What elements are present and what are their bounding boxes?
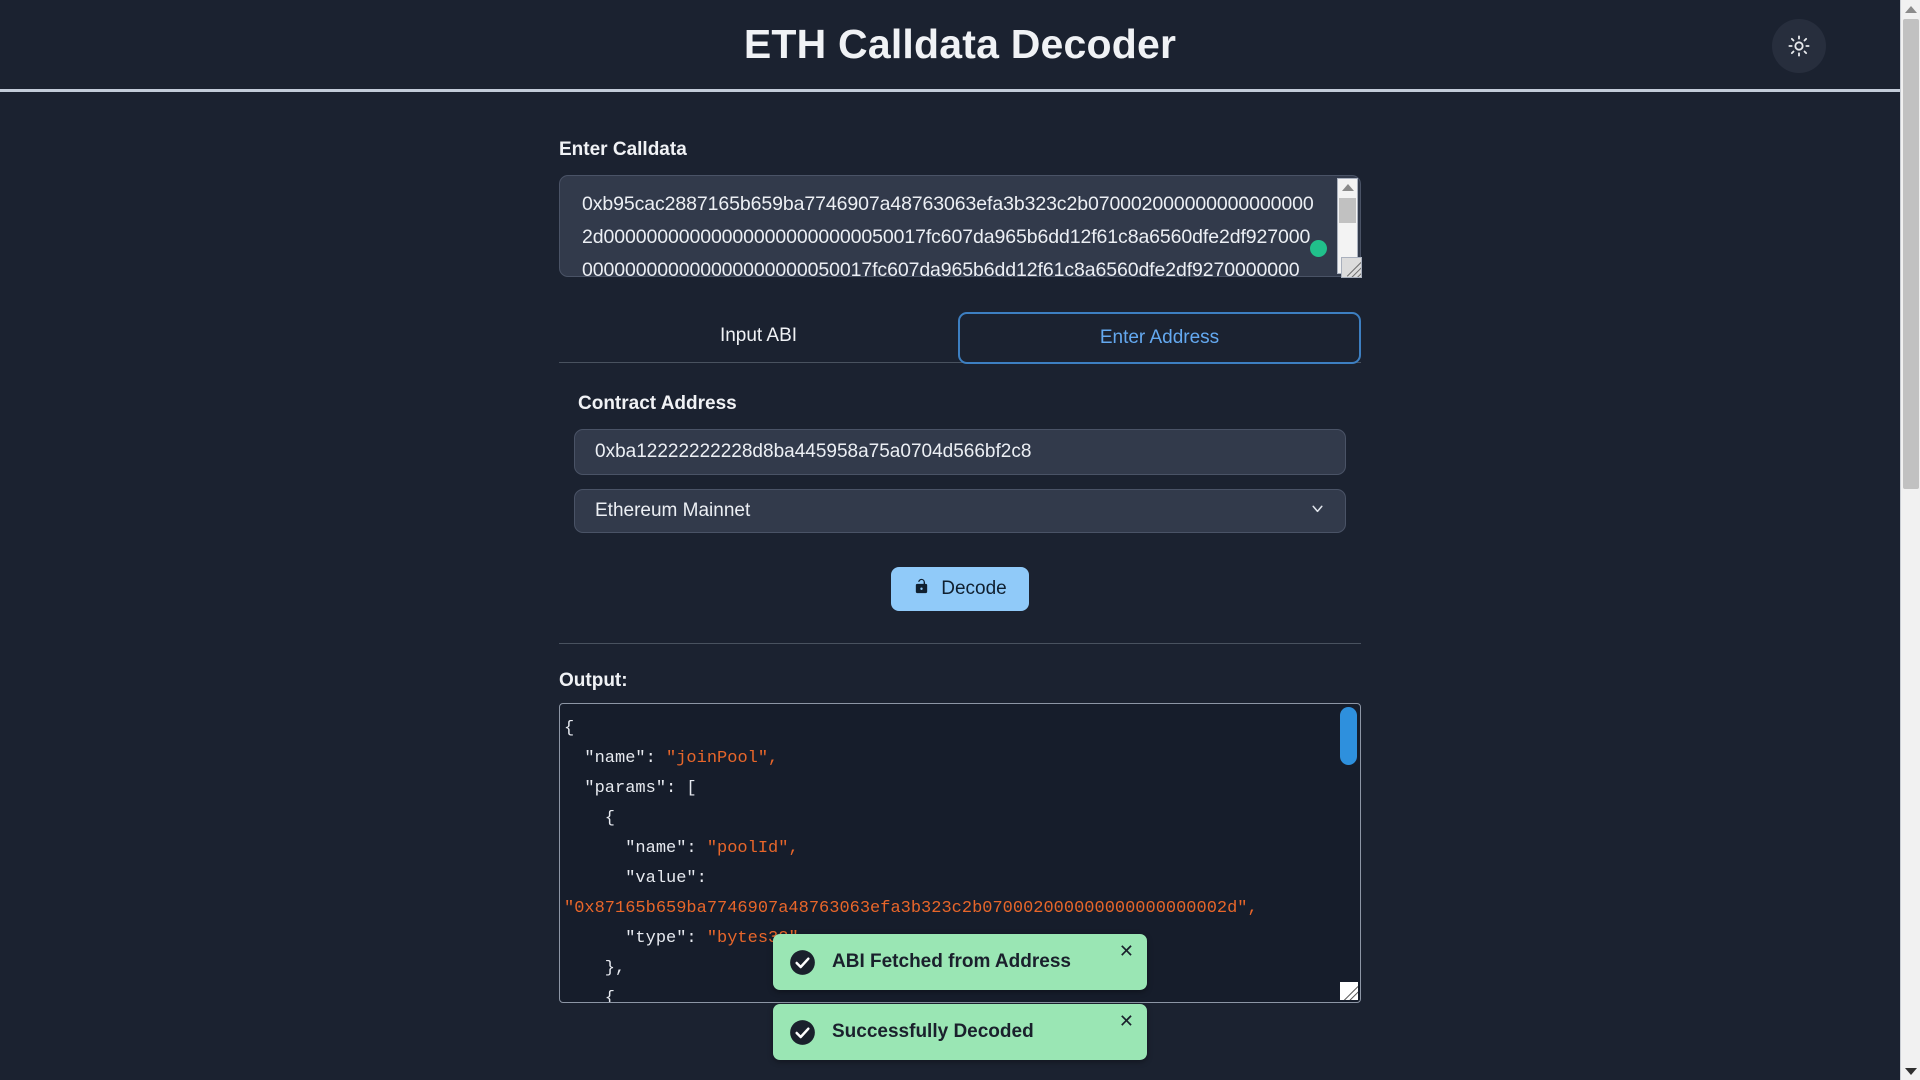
output-label: Output: (559, 670, 628, 691)
triangle-up-icon[interactable] (1901, 0, 1920, 18)
tab-enter-address[interactable]: Enter Address (958, 312, 1361, 364)
json-value-name: "joinPool", (666, 749, 779, 768)
section-divider (559, 643, 1361, 644)
output-scrollbar[interactable] (1340, 707, 1357, 999)
calldata-field-wrapper: 0xb95cac2887165b659ba7746907a48763063efa… (559, 175, 1362, 278)
network-select-wrapper: Ethereum Mainnet (574, 489, 1346, 533)
network-select[interactable]: Ethereum Mainnet (574, 489, 1346, 533)
decode-button-row: Decode (559, 567, 1361, 611)
calldata-label: Enter Calldata (559, 139, 687, 160)
page-scrollbar[interactable] (1900, 0, 1920, 1080)
contract-address-label: Contract Address (578, 393, 737, 414)
json-value-poolid-hex: "0x87165b659ba7746907a48763063efa3b323c2… (564, 899, 1258, 918)
calldata-scrollbar-thumb[interactable] (1339, 198, 1356, 223)
network-select-value: Ethereum Mainnet (595, 500, 751, 521)
toast-successfully-decoded: Successfully Decoded ✕ (773, 1004, 1147, 1060)
close-icon[interactable]: ✕ (1119, 942, 1134, 960)
toast-container: ABI Fetched from Address ✕ Successfully … (773, 934, 1147, 1060)
cursor-indicator (1310, 240, 1327, 257)
toast-message: ABI Fetched from Address (832, 951, 1071, 972)
toast-abi-fetched: ABI Fetched from Address ✕ (773, 934, 1147, 990)
contract-address-section: Contract Address Ethereum Mainnet (559, 393, 1361, 533)
triangle-up-icon[interactable] (1338, 179, 1357, 196)
contract-address-input[interactable] (574, 429, 1346, 475)
unlock-icon (913, 576, 930, 602)
decode-button[interactable]: Decode (891, 567, 1029, 611)
toast-message: Successfully Decoded (832, 1021, 1034, 1042)
decode-button-label: Decode (941, 578, 1007, 599)
triangle-down-icon[interactable] (1901, 1062, 1920, 1080)
json-value-poolid: "poolId", (706, 839, 799, 858)
page-title: ETH Calldata Decoder (743, 21, 1177, 67)
app-header: ETH Calldata Decoder (0, 0, 1920, 92)
calldata-input[interactable]: 0xb95cac2887165b659ba7746907a48763063efa… (559, 175, 1361, 277)
theme-toggle-button[interactable] (1772, 19, 1826, 73)
output-scrollbar-thumb[interactable] (1340, 707, 1357, 765)
tab-input-abi[interactable]: Input ABI (559, 312, 958, 360)
source-tabs: Input ABI Enter Address (559, 312, 1361, 364)
resize-grip-icon[interactable] (1341, 257, 1362, 278)
page-scrollbar-thumb[interactable] (1902, 19, 1919, 489)
main-content: Enter Calldata 0xb95cac2887165b659ba7746… (559, 92, 1362, 1003)
output-resize-grip-icon[interactable] (1340, 982, 1358, 1000)
check-circle-icon (789, 1019, 816, 1046)
sun-icon (1788, 35, 1810, 57)
close-icon[interactable]: ✕ (1119, 1012, 1134, 1030)
check-circle-icon (789, 949, 816, 976)
